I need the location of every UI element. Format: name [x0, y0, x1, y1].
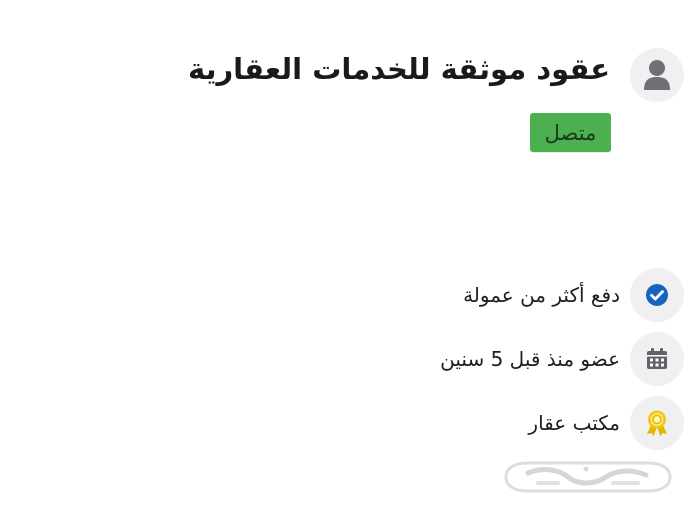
avatar: [630, 48, 684, 102]
brand-watermark-logo: [504, 461, 672, 493]
feature-icon-wrap: [630, 332, 684, 386]
feature-label: مكتب عقار: [528, 411, 620, 435]
verified-check-icon: [646, 284, 668, 306]
calendar-icon: [647, 348, 667, 369]
user-icon: [644, 60, 670, 90]
feature-label: عضو منذ قبل 5 سنين: [440, 347, 620, 371]
feature-icon-wrap: [630, 396, 684, 450]
status-badge: متصل: [530, 113, 611, 152]
page-title: عقود موثقة للخدمات العقارية: [187, 52, 610, 86]
feature-label: دفع أكثر من عمولة: [463, 283, 620, 307]
award-ribbon-icon: [647, 410, 667, 437]
feature-icon-wrap: [630, 268, 684, 322]
